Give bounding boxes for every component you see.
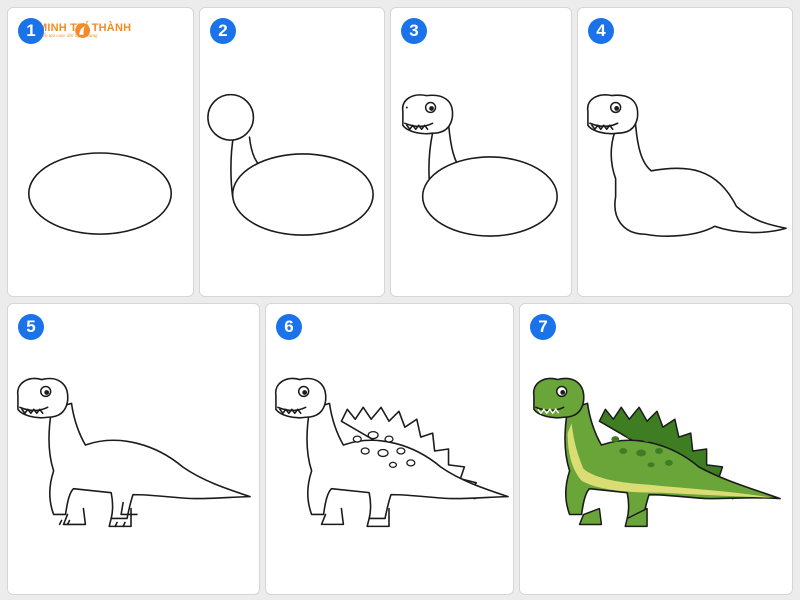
step-3-panel: 3 [390,7,572,297]
step-number-badge: 2 [210,18,236,44]
step-3-drawing [401,94,558,237]
step-4-drawing [586,94,787,237]
step-number-badge: 6 [276,314,302,340]
step-5-panel: 5 [7,303,260,595]
step-7-panel: 7 [519,303,793,595]
step-2-panel: 2 [199,7,385,297]
step-number-badge: 7 [530,314,556,340]
step-2-drawing [207,93,374,236]
step-4-panel: 4 [577,7,793,297]
step-number-badge: 5 [18,314,44,340]
step-6-drawing [275,377,509,528]
step-7-drawing [532,377,781,528]
body-oval [27,152,173,235]
step-number-badge: 3 [401,18,427,44]
step-1-drawing [27,152,173,235]
dino-body [48,402,251,520]
step-6-panel: 6 [265,303,514,595]
dino-body-tail [610,122,787,237]
head-circle [207,93,255,141]
brand-logo: MINH TRÍ THÀNH Kiến tạo cuộc đời ngoại h… [34,22,131,39]
body-oval [421,156,558,237]
brand-mark-icon [75,23,91,38]
step-1-panel: 1 MINH TRÍ THÀNH Kiến tạo cuộc đời ngoại… [7,7,194,297]
step-number-badge: 4 [588,18,614,44]
step-number-badge: 1 [18,18,44,44]
body-oval [231,153,374,236]
step-5-drawing [17,377,251,528]
